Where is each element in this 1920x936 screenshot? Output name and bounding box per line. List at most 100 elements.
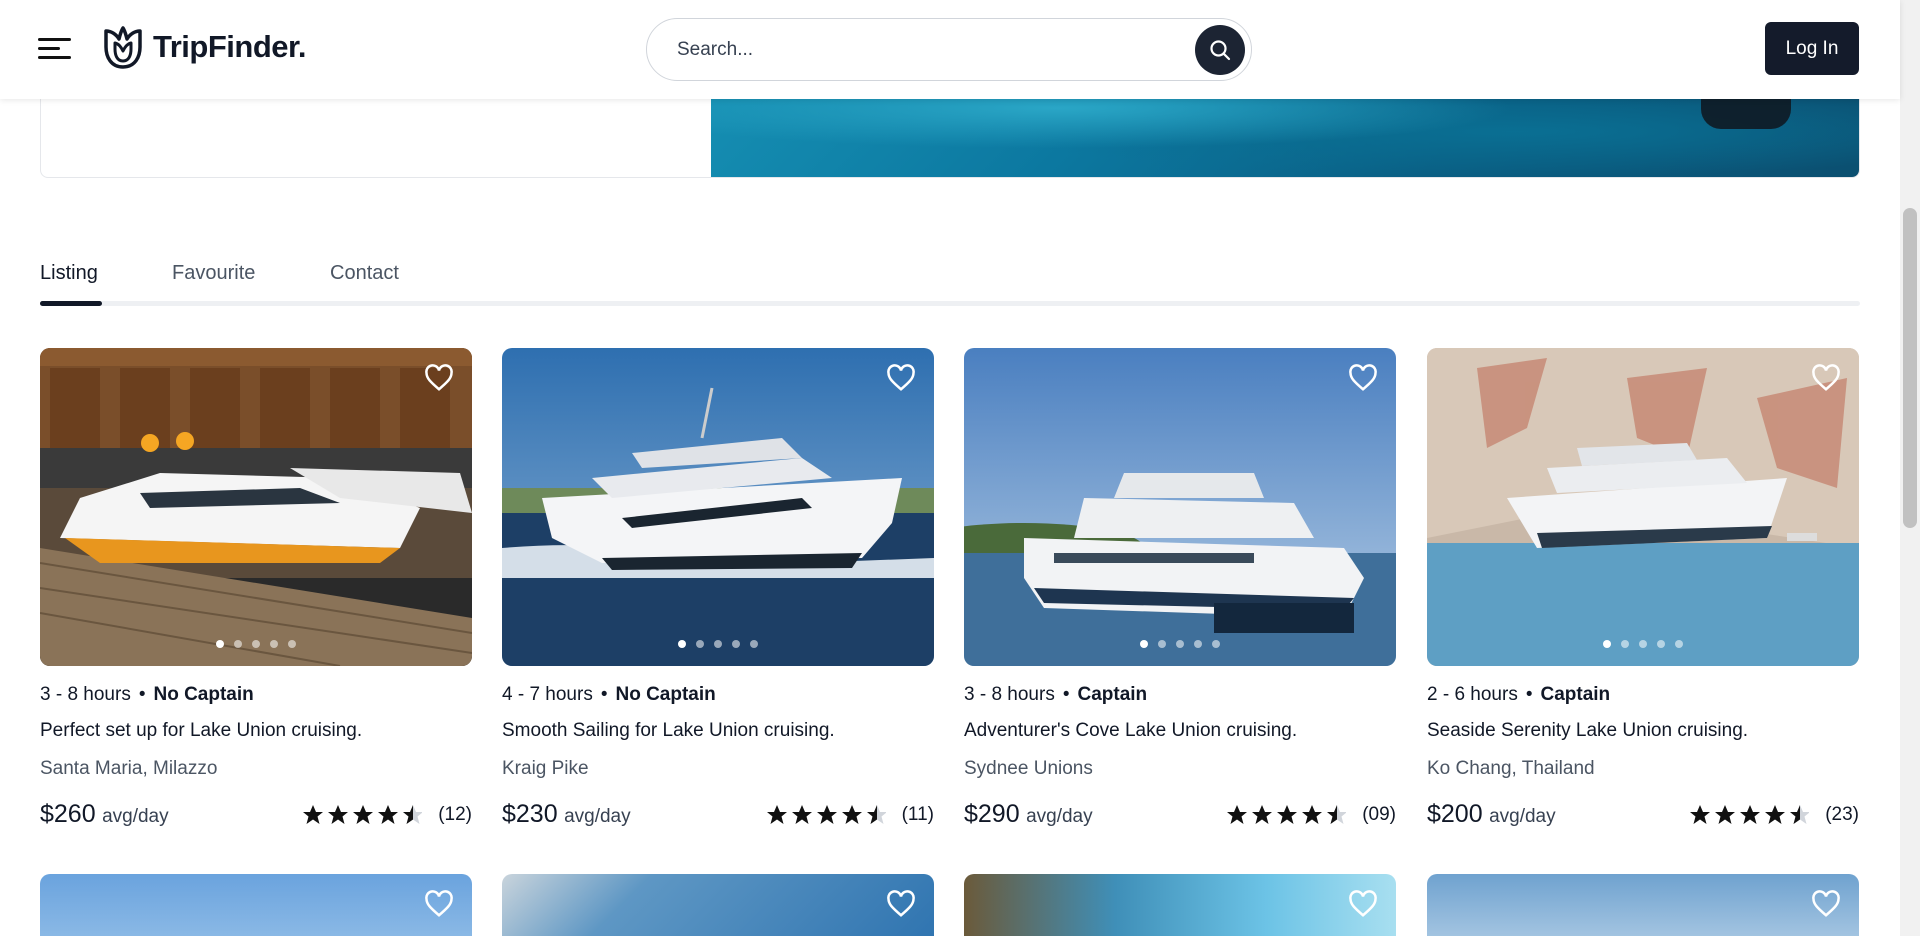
carousel-dot[interactable] [1194,640,1202,648]
tripfinder-logo-icon [104,26,142,69]
listing-card[interactable] [1427,874,1859,936]
listing-hours: 2 - 6 hours [1427,684,1518,705]
price-unit: avg/day [1489,806,1556,827]
search-input[interactable] [677,33,1177,67]
search-bar [646,18,1252,81]
favourite-heart-icon[interactable] [424,364,454,392]
favourite-heart-icon[interactable] [1348,364,1378,392]
carousel-dot[interactable] [750,640,758,648]
superyacht-photo [1427,348,1859,666]
listing-rating: (23) [1689,804,1859,826]
listing-rating: (12) [302,804,472,826]
tab-contact[interactable]: Contact [330,262,399,285]
page-scrollbar[interactable] [1900,0,1920,936]
listing-hours: 3 - 8 hours [964,684,1055,705]
carousel-dot[interactable] [1176,640,1184,648]
listing-location: Kraig Pike [502,758,589,779]
price-unit: avg/day [564,806,631,827]
listing-price: $200 avg/day [1427,800,1556,829]
star-rating-icon [303,805,423,824]
active-tab-indicator [40,301,102,306]
listing-captain: Captain [1540,684,1611,705]
review-count: (12) [438,804,472,825]
listing-image[interactable] [1427,348,1859,666]
site-header: TripFinder. Log In [0,0,1900,99]
listing-price: $260 avg/day [40,800,169,829]
carousel-dot[interactable] [714,640,722,648]
ferry-photo [964,348,1396,666]
carousel-dot[interactable] [252,640,260,648]
listing-rating: (09) [1226,804,1396,826]
listing-card[interactable]: 3 - 8 hours • Captain Adventurer's Cove La… [964,348,1396,838]
logo-text: TripFinder. [153,29,306,64]
listing-card[interactable] [964,874,1396,936]
carousel-dot[interactable] [1675,640,1683,648]
yacht-photo [40,348,472,666]
favourite-heart-icon[interactable] [1811,364,1841,392]
listing-title[interactable]: Smooth Sailing for Lake Union cruising. [502,720,835,742]
favourite-heart-icon[interactable] [424,890,454,918]
carousel-dot[interactable] [234,640,242,648]
listing-hours: 4 - 7 hours [502,684,593,705]
profile-tabs: Listing Favourite Contact [40,258,1860,308]
review-count: (09) [1362,804,1396,825]
carousel-dot[interactable] [696,640,704,648]
carousel-dot[interactable] [1639,640,1647,648]
tab-favourite[interactable]: Favourite [172,262,255,285]
listing-meta: 3 - 8 hours • Captain [964,684,1148,705]
carousel-dots [1427,640,1859,648]
listing-location: Ko Chang, Thailand [1427,758,1595,779]
listing-captain: Captain [1077,684,1148,705]
listing-card[interactable] [502,874,934,936]
listing-title[interactable]: Perfect set up for Lake Union cruising. [40,720,362,742]
search-button[interactable] [1195,25,1245,75]
listing-card[interactable]: 3 - 8 hours • No Captain Perfect set up fo… [40,348,472,838]
carousel-dot[interactable] [1158,640,1166,648]
favourite-heart-icon[interactable] [886,890,916,918]
carousel-dot[interactable] [678,640,686,648]
carousel-dot[interactable] [1603,640,1611,648]
tab-listing[interactable]: Listing [40,262,98,285]
carousel-dot[interactable] [216,640,224,648]
listing-image[interactable] [40,348,472,666]
favourite-heart-icon[interactable] [886,364,916,392]
carousel-dot[interactable] [270,640,278,648]
price-amount: $260 [40,800,96,828]
yacht-photo [502,348,934,666]
carousel-dot[interactable] [1212,640,1220,648]
favourite-heart-icon[interactable] [1811,890,1841,918]
login-button[interactable]: Log In [1765,22,1859,75]
listing-card[interactable] [40,874,472,936]
listing-image[interactable] [502,348,934,666]
carousel-dots [502,640,934,648]
carousel-dot[interactable] [732,640,740,648]
hamburger-menu-icon[interactable] [38,36,71,60]
review-count: (23) [1825,804,1859,825]
price-unit: avg/day [102,806,169,827]
listing-price: $230 avg/day [502,800,631,829]
favourite-heart-icon[interactable] [1348,890,1378,918]
carousel-dot[interactable] [288,640,296,648]
scrollbar-thumb[interactable] [1903,208,1917,528]
listing-location: Santa Maria, Milazzo [40,758,218,779]
carousel-dot[interactable] [1657,640,1665,648]
price-amount: $290 [964,800,1020,828]
price-unit: avg/day [1026,806,1093,827]
star-rating-icon [1227,805,1347,824]
star-rating-icon [766,805,886,824]
carousel-dot[interactable] [1140,640,1148,648]
listing-location: Sydnee Unions [964,758,1093,779]
listing-card[interactable]: 2 - 6 hours • Captain Seaside Serenity Lak… [1427,348,1859,838]
price-amount: $230 [502,800,558,828]
price-amount: $200 [1427,800,1483,828]
search-icon [1210,40,1231,61]
listing-captain: No Captain [615,684,716,705]
logo[interactable]: TripFinder. [103,25,306,69]
listing-card[interactable]: 4 - 7 hours • No Captain Smooth Sailing fo… [502,348,934,838]
listing-meta: 2 - 6 hours • Captain [1427,684,1611,705]
listing-captain: No Captain [153,684,254,705]
listing-title[interactable]: Adventurer's Cove Lake Union cruising. [964,720,1297,742]
listing-title[interactable]: Seaside Serenity Lake Union cruising. [1427,720,1748,742]
listing-image[interactable] [964,348,1396,666]
carousel-dot[interactable] [1621,640,1629,648]
